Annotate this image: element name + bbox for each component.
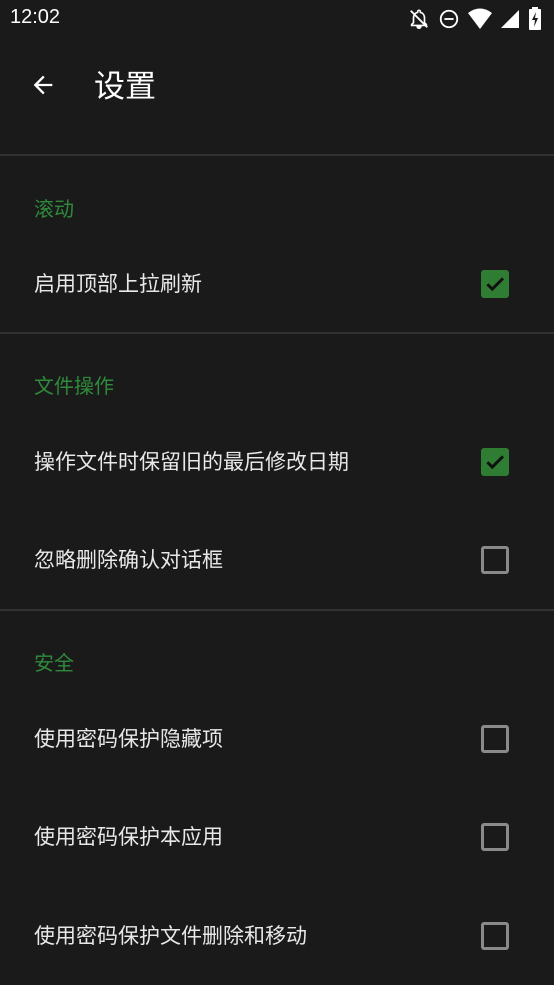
checkbox-protect-delete-move[interactable] bbox=[481, 922, 509, 950]
divider bbox=[0, 332, 554, 334]
setting-label: 启用顶部上拉刷新 bbox=[34, 272, 202, 296]
setting-row-protect-app[interactable]: 使用密码保护本应用 bbox=[0, 788, 554, 886]
section-header-scrolling: 滚动 bbox=[34, 197, 74, 221]
page-title: 设置 bbox=[94, 69, 156, 105]
setting-row-skip-delete-confirmation[interactable]: 忽略删除确认对话框 bbox=[0, 511, 554, 609]
divider bbox=[0, 609, 554, 611]
setting-row-protect-delete-move[interactable]: 使用密码保护文件删除和移动 bbox=[0, 887, 554, 985]
setting-label: 使用密码保护本应用 bbox=[34, 825, 223, 849]
status-bar: 12:02 bbox=[0, 0, 554, 38]
status-time: 12:02 bbox=[10, 6, 61, 28]
check-icon bbox=[486, 277, 505, 292]
notifications-off-icon bbox=[408, 8, 430, 30]
section-header-security: 安全 bbox=[34, 651, 74, 675]
setting-label: 使用密码保护文件删除和移动 bbox=[34, 924, 307, 948]
status-icons bbox=[408, 6, 542, 32]
do-not-disturb-icon bbox=[438, 8, 460, 30]
checkbox-skip-delete-confirmation[interactable] bbox=[481, 546, 509, 574]
wifi-icon bbox=[468, 8, 492, 30]
checkbox-protect-hidden-items[interactable] bbox=[481, 725, 509, 753]
back-button[interactable] bbox=[16, 60, 70, 114]
setting-label: 使用密码保护隐藏项 bbox=[34, 727, 223, 751]
check-icon bbox=[486, 455, 505, 470]
checkbox-pull-to-refresh[interactable] bbox=[481, 270, 509, 298]
divider bbox=[0, 154, 554, 156]
arrow-back-icon bbox=[29, 71, 57, 103]
cell-signal-icon bbox=[500, 9, 520, 29]
setting-label: 操作文件时保留旧的最后修改日期 bbox=[34, 450, 349, 474]
section-header-file-operations: 文件操作 bbox=[34, 374, 114, 398]
setting-row-keep-modified-date[interactable]: 操作文件时保留旧的最后修改日期 bbox=[0, 413, 554, 511]
setting-row-protect-hidden-items[interactable]: 使用密码保护隐藏项 bbox=[0, 690, 554, 788]
battery-charging-icon bbox=[528, 7, 542, 31]
checkbox-protect-app[interactable] bbox=[481, 823, 509, 851]
setting-label: 忽略删除确认对话框 bbox=[34, 548, 223, 572]
app-bar: 设置 bbox=[0, 38, 554, 155]
checkbox-keep-modified-date[interactable] bbox=[481, 448, 509, 476]
setting-row-pull-to-refresh[interactable]: 启用顶部上拉刷新 bbox=[0, 235, 554, 333]
